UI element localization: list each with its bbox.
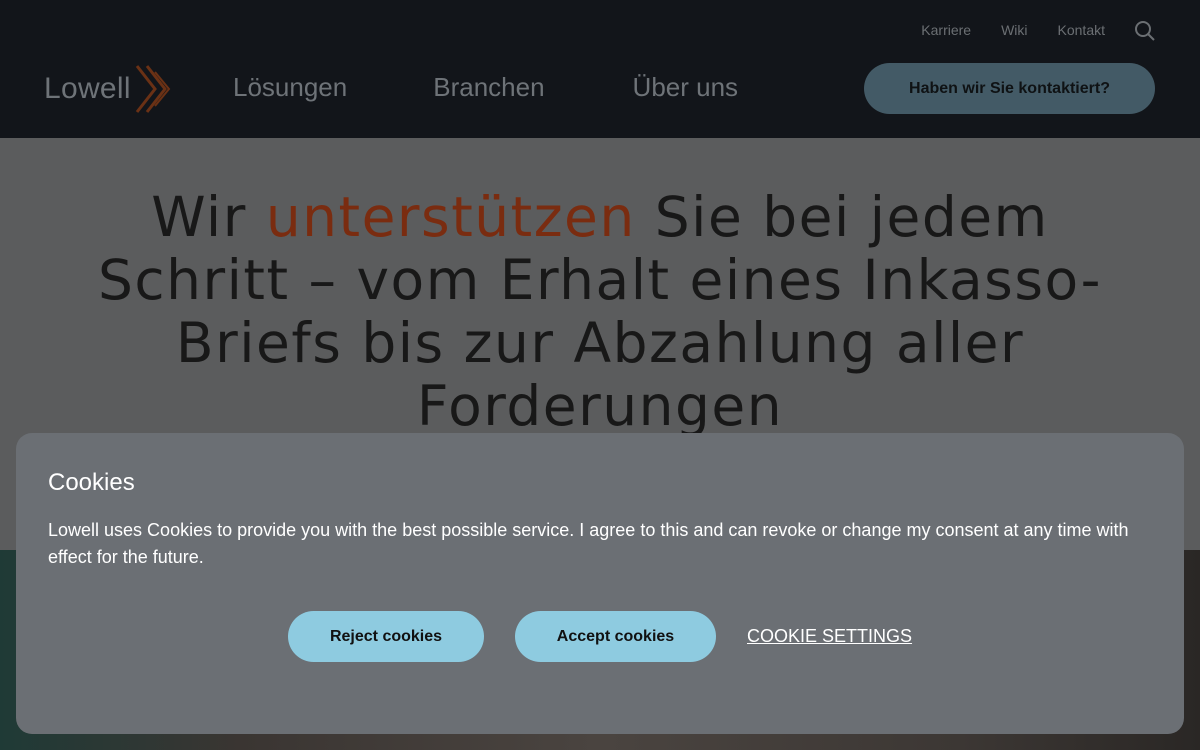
cookie-description: Lowell uses Cookies to provide you with … bbox=[48, 520, 1129, 567]
reject-cookies-button[interactable]: Reject cookies bbox=[288, 611, 484, 662]
nav-link-wiki[interactable]: Wiki bbox=[1001, 22, 1027, 38]
chevron-logo-icon bbox=[135, 65, 171, 113]
site-logo[interactable]: Lowell bbox=[44, 64, 175, 114]
hero-headline: Wir unterstützen Sie bei jedem Schritt –… bbox=[60, 186, 1140, 438]
headline-accent: unterstützen bbox=[265, 185, 636, 249]
headline-part-1: Wir bbox=[151, 185, 266, 249]
cookie-title: Cookies bbox=[48, 469, 135, 496]
search-icon[interactable] bbox=[1134, 20, 1156, 42]
utility-nav: Karriere Wiki Kontakt bbox=[921, 22, 1105, 38]
main-nav: Lösungen Branchen Über uns bbox=[233, 72, 738, 103]
nav-link-kontakt[interactable]: Kontakt bbox=[1058, 22, 1105, 38]
nav-item-loesungen[interactable]: Lösungen bbox=[233, 72, 347, 103]
nav-item-ueber-uns[interactable]: Über uns bbox=[633, 72, 739, 103]
cookie-settings-link[interactable]: COOKIE SETTINGS bbox=[747, 626, 912, 647]
accept-cookies-button[interactable]: Accept cookies bbox=[515, 611, 716, 662]
logo-text: Lowell bbox=[44, 72, 131, 105]
site-header: Karriere Wiki Kontakt Lowell Lösungen Br… bbox=[0, 0, 1200, 138]
nav-item-branchen[interactable]: Branchen bbox=[433, 72, 544, 103]
cookie-banner: Cookies Lowell uses Cookies to provide y… bbox=[16, 433, 1184, 734]
contacted-cta-button[interactable]: Haben wir Sie kontaktiert? bbox=[864, 63, 1155, 114]
nav-link-karriere[interactable]: Karriere bbox=[921, 22, 971, 38]
